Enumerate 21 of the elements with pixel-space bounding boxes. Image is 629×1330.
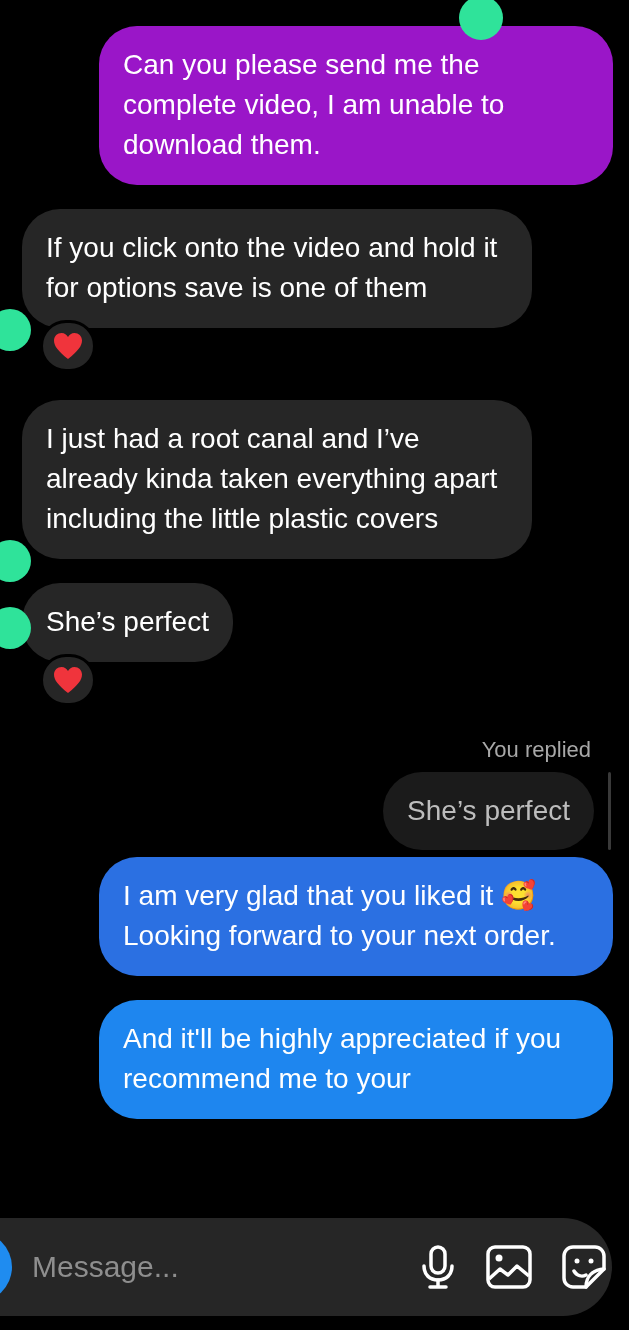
status-dot	[0, 309, 31, 351]
sticker-icon	[562, 1245, 606, 1289]
heart-icon	[52, 331, 84, 361]
image-icon	[486, 1245, 532, 1289]
received-message: I just had a root canal and I’ve already kinda taken everything apart including the little plastic covers	[22, 400, 532, 559]
message-input[interactable]: Message...	[30, 1249, 420, 1285]
received-message: She’s perfect	[22, 583, 233, 662]
quoted-message: She’s perfect	[383, 772, 594, 850]
sent-message: Can you please send me the complete video, I am unable to download them.	[99, 26, 613, 185]
status-dot	[0, 607, 31, 649]
status-dot	[0, 540, 31, 582]
sent-message: I am very glad that you liked it 🥰 Looking forward to your next order.	[99, 857, 613, 976]
sent-message: And it'll be highly appreciated if you recommend me to your	[99, 1000, 613, 1119]
heart-icon	[52, 665, 84, 695]
sticker-button[interactable]	[562, 1245, 606, 1289]
microphone-button[interactable]	[420, 1245, 456, 1289]
status-dot	[459, 0, 503, 40]
microphone-icon	[420, 1245, 456, 1289]
reply-label: You replied	[481, 736, 591, 764]
gallery-button[interactable]	[486, 1245, 532, 1289]
received-message: If you click onto the video and hold it for options save is one of them	[22, 209, 532, 328]
